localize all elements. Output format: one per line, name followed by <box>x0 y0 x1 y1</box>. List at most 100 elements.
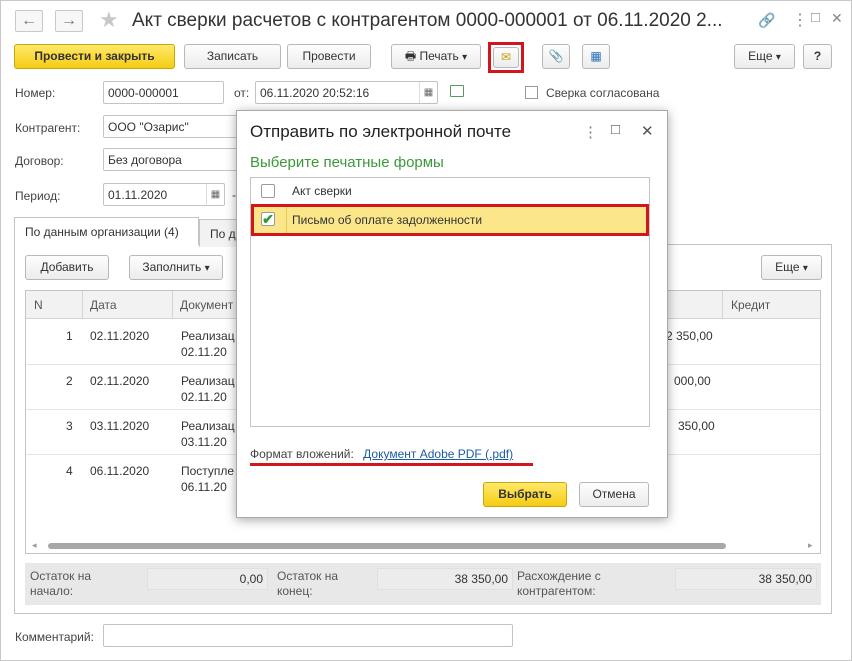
post-and-close-button[interactable]: Провести и закрыть <box>14 44 175 69</box>
print-button[interactable]: 🖶 Печать ▾ <box>391 44 481 69</box>
add-row-button[interactable]: Добавить <box>25 255 109 280</box>
end-balance-value: 38 350,00 <box>377 568 513 590</box>
select-button[interactable]: Выбрать <box>483 482 567 507</box>
structure-button[interactable]: ▦ <box>582 44 610 69</box>
list-check-icon[interactable] <box>450 85 464 97</box>
back-button[interactable]: ← <box>15 10 43 32</box>
end-balance-label-1: Остаток на <box>277 569 339 583</box>
row-number: 1 <box>66 329 73 343</box>
structure-icon: ▦ <box>590 49 602 63</box>
paperclip-icon: 📎 <box>548 49 564 63</box>
help-button[interactable]: ? <box>803 44 832 69</box>
attach-files-button[interactable]: 📎 <box>542 44 570 69</box>
dialog-title: Отправить по электронной почте <box>250 122 512 141</box>
reconciled-checkbox[interactable] <box>525 86 538 99</box>
more-button[interactable]: Еще ▾ <box>734 44 795 69</box>
email-button-highlight <box>488 42 524 73</box>
difference-value: 38 350,00 <box>675 568 817 590</box>
chevron-down-icon: ▾ <box>802 263 808 274</box>
window-title: Акт сверки расчетов с контрагентом 0000-… <box>132 10 723 31</box>
column-document[interactable]: Документ <box>180 298 233 312</box>
favorite-star-icon[interactable]: ★ <box>99 7 119 33</box>
arrow-left-icon: ← <box>21 12 37 29</box>
number-field[interactable]: 0000-000001 <box>103 81 224 104</box>
maximize-icon[interactable]: □ <box>811 9 820 26</box>
grid-more-button[interactable]: Еще ▾ <box>761 255 822 280</box>
cancel-button[interactable]: Отмена <box>579 482 649 507</box>
grid-more-label: Еще <box>775 260 800 274</box>
send-email-dialog: Отправить по электронной почте ⋮ □ ✕ Выб… <box>236 110 668 518</box>
number-label: Номер: <box>15 86 56 100</box>
column-n[interactable]: N <box>34 298 43 312</box>
item-checkbox[interactable] <box>261 184 275 198</box>
period-label: Период: <box>15 189 61 203</box>
fill-label: Заполнить <box>142 260 202 274</box>
row-document: Реализац <box>181 419 235 433</box>
row-date: 03.11.2020 <box>90 419 150 433</box>
fill-button[interactable]: Заполнить ▾ <box>129 255 223 280</box>
dialog-maximize-icon[interactable]: □ <box>611 121 620 138</box>
print-label: Печать <box>419 49 459 63</box>
date-from-label: от: <box>234 86 250 100</box>
row-number: 2 <box>66 374 73 388</box>
row-number: 4 <box>66 464 73 478</box>
date-value: 06.11.2020 20:52:16 <box>260 86 370 100</box>
dialog-subtitle: Выберите печатные формы <box>250 154 444 171</box>
date-field[interactable]: 06.11.2020 20:52:16 ▦ <box>255 81 438 104</box>
chevron-down-icon: ▾ <box>775 52 781 63</box>
start-balance-value: 0,00 <box>147 568 268 590</box>
row-document: Поступле <box>181 464 235 478</box>
save-button[interactable]: Записать <box>184 44 281 69</box>
row-date: 02.11.2020 <box>90 329 150 343</box>
tab-organization-data[interactable]: По данным организации (4) <box>14 217 199 245</box>
row-date: 06.11.2020 <box>90 464 150 478</box>
link-icon[interactable]: 🔗 <box>758 12 775 29</box>
forward-button[interactable]: → <box>55 10 83 32</box>
comment-label: Комментарий: <box>15 630 94 644</box>
column-date[interactable]: Дата <box>90 298 117 312</box>
row-number: 3 <box>66 419 73 433</box>
start-balance-label-2: начало: <box>30 584 74 598</box>
row-document: Реализац <box>181 374 235 388</box>
period-from-value: 01.11.2020 <box>108 188 168 202</box>
row-document-date: 06.11.20 <box>181 480 227 494</box>
more-actions-icon[interactable]: ⋮ <box>792 10 808 30</box>
chevron-down-icon: ▾ <box>204 263 210 274</box>
totals-bar: Остаток на начало: 0,00 Остаток на конец… <box>25 563 821 605</box>
counterparty-label: Контрагент: <box>15 121 81 135</box>
row-amount: 2 350,00 <box>666 329 713 343</box>
calendar-icon[interactable]: ▦ <box>419 82 437 103</box>
post-button[interactable]: Провести <box>287 44 371 69</box>
row-date: 02.11.2020 <box>90 374 150 388</box>
format-label: Формат вложений: <box>250 447 354 461</box>
horizontal-scrollbar[interactable] <box>48 543 726 549</box>
dialog-close-icon[interactable]: ✕ <box>641 122 654 140</box>
scroll-right-icon[interactable]: ▸ <box>808 540 813 551</box>
print-forms-list[interactable]: Акт сверки ✔ Письмо об оплате задолженно… <box>250 177 650 427</box>
calendar-icon[interactable]: ▦ <box>206 184 224 205</box>
comment-field[interactable] <box>103 624 513 647</box>
format-underline-highlight <box>250 463 533 466</box>
printer-icon: 🖶 <box>404 49 417 63</box>
column-credit[interactable]: Кредит <box>731 298 770 312</box>
difference-label-2: контрагентом: <box>517 584 596 598</box>
difference-label-1: Расхождение с <box>517 569 601 583</box>
format-link[interactable]: Документ Adobe PDF (.pdf) <box>363 447 513 461</box>
close-window-icon[interactable]: ✕ <box>831 10 843 27</box>
selected-item-highlight <box>251 204 649 236</box>
period-from-field[interactable]: 01.11.2020 ▦ <box>103 183 225 206</box>
attachment-format: Формат вложений: Документ Adobe PDF (.pd… <box>250 447 513 461</box>
list-item[interactable]: Акт сверки <box>251 178 649 205</box>
contract-label: Договор: <box>15 154 64 168</box>
item-label: Акт сверки <box>292 184 352 198</box>
row-document: Реализац <box>181 329 235 343</box>
row-amount: 000,00 <box>674 374 711 388</box>
row-document-date: 02.11.20 <box>181 390 227 404</box>
contract-field[interactable]: Без договора <box>103 148 243 171</box>
dialog-more-icon[interactable]: ⋮ <box>583 123 598 141</box>
counterparty-field[interactable]: ООО "Озарис" <box>103 115 243 138</box>
end-balance-label-2: конец: <box>277 584 313 598</box>
row-document-date: 03.11.20 <box>181 435 227 449</box>
start-balance-label-1: Остаток на <box>30 569 92 583</box>
scroll-left-icon[interactable]: ◂ <box>32 540 37 551</box>
